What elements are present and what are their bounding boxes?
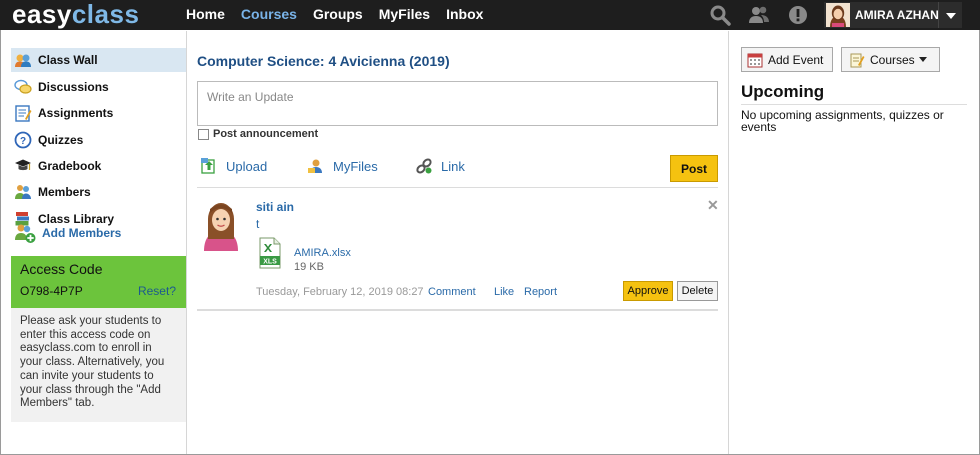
sidebar-item-discussions[interactable]: Discussions [11,75,186,99]
sidebar-item-label: Assignments [38,106,114,120]
myfiles-label: MyFiles [333,158,378,174]
file-type-label: XLS [263,259,277,266]
nav-courses[interactable]: Courses [241,0,297,30]
upload-label: Upload [226,158,268,174]
username: AMIRA AZHAN [855,8,939,22]
course-title: Computer Science: 4 Avicienna (2019) [197,53,450,69]
friends-icon[interactable] [747,3,771,27]
add-event-label: Add Event [768,52,824,67]
attachment-file-name[interactable]: AMIRA.xlsx [294,247,351,259]
sidebar-item-class-wall[interactable]: Class Wall [11,48,186,72]
logo-part-class: class [71,0,140,29]
myfiles-icon [308,159,322,173]
courses-label: Courses [870,52,915,67]
sidebar-item-gradebook[interactable]: Gradebook [11,154,186,178]
myfiles-button[interactable]: MyFiles [307,157,378,175]
sidebar-item-label: Members [38,185,91,199]
delete-button[interactable]: Delete [677,281,718,301]
right-column: Add Event Courses Upcoming No upcoming a… [728,31,978,454]
sidebar-item-members[interactable]: Members [11,180,186,204]
post-announcement-checkbox[interactable] [198,128,209,140]
easyclass-logo[interactable]: easyclass [12,0,139,30]
approve-button[interactable]: Approve [623,281,673,301]
access-code-value: O798-4P7P [20,284,83,298]
nav-inbox[interactable]: Inbox [446,0,483,30]
user-menu[interactable]: AMIRA AZHAN [824,2,940,28]
courses-dropdown-button[interactable]: Courses [841,47,940,72]
upcoming-title: Upcoming [741,82,825,101]
nav-home[interactable]: Home [186,0,225,30]
upcoming-empty-text: No upcoming assignments, quizzes or even… [741,108,944,134]
svg-text:?: ? [20,136,26,147]
nav-myfiles[interactable]: MyFiles [379,0,430,30]
chevron-down-icon [946,13,956,19]
logo-part-easy: easy [12,0,72,29]
post-author-avatar[interactable] [198,197,244,251]
class-wall-icon [15,54,31,67]
add-members-label: Add Members [42,226,122,240]
search-icon[interactable] [708,3,732,27]
update-input[interactable]: Write an Update [197,81,718,126]
sidebar-item-quizzes[interactable]: ? Quizzes [11,128,186,152]
report-link[interactable]: Report [524,286,557,298]
post-timestamp: Tuesday, February 12, 2019 08:27 [256,286,424,298]
alert-icon[interactable] [786,3,810,27]
class-wall-main: Computer Science: 4 Avicienna (2019) Wri… [188,31,728,454]
post-body: t [256,217,260,231]
top-icons [708,3,825,27]
post-bottom-divider [197,309,718,311]
post-author-name[interactable]: siti ain [256,200,294,214]
add-members-icon [15,224,36,243]
reset-code-link[interactable]: Reset? [138,284,176,298]
link-label: Link [441,158,465,174]
add-event-button[interactable]: Add Event [741,47,833,72]
upload-icon [201,158,215,174]
post-button[interactable]: Post [670,155,718,182]
main-nav: Home Courses Groups MyFiles Inbox [186,0,499,30]
excel-file-icon[interactable]: XLS [258,237,282,269]
user-dropdown-button[interactable] [938,2,962,28]
quizzes-icon: ? [14,131,32,149]
sidebar-item-assignments[interactable]: Assignments [11,101,186,125]
top-navigation-bar: easyclass Home Courses Groups MyFiles In… [0,0,980,30]
sidebar-item-label: Class Wall [38,53,98,67]
gradebook-icon [15,159,31,171]
sidebar-item-label: Discussions [38,80,109,94]
feed-divider [197,187,718,188]
comment-link[interactable]: Comment [428,286,476,298]
user-avatar [826,3,850,27]
access-code-description: Please ask your students to enter this a… [11,308,186,422]
upload-button[interactable]: Upload [200,157,267,175]
assignments-icon [15,105,32,122]
attachment-file-size: 19 KB [294,261,324,273]
like-link[interactable]: Like [494,286,514,298]
post-announcement-label: Post announcement [213,128,319,140]
sidebar-item-label: Quizzes [38,133,84,147]
discussions-icon [14,79,32,94]
link-icon [416,158,432,174]
sidebar-item-label: Gradebook [38,159,102,173]
close-icon[interactable]: ✕ [707,197,719,214]
link-button[interactable]: Link [415,157,465,175]
courses-icon [850,53,865,67]
nav-groups[interactable]: Groups [313,0,363,30]
members-icon [15,185,31,199]
add-members-link[interactable]: Add Members [14,222,121,244]
access-code-box: Access Code O798-4P7P Reset? [11,256,186,308]
chevron-down-icon [918,57,927,62]
post-announcement-option[interactable]: Post announcement [198,128,318,140]
upcoming-divider [741,104,967,105]
calendar-icon [747,53,763,67]
access-code-title: Access Code [20,261,103,277]
